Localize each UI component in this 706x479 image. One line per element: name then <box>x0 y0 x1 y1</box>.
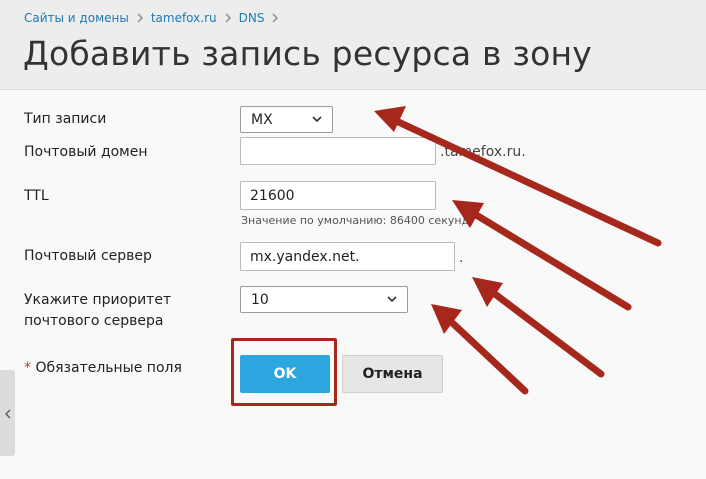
chevron-right-icon <box>272 13 279 23</box>
cancel-button[interactable]: Отмена <box>342 355 443 393</box>
required-fields-text: Обязательные поля <box>35 360 182 376</box>
priority-select[interactable]: 10 <box>240 286 408 313</box>
priority-label-line1: Укажите приоритет <box>24 292 172 308</box>
mail-domain-input[interactable] <box>240 137 436 165</box>
chevron-down-icon <box>312 116 322 123</box>
breadcrumb-dns[interactable]: DNS <box>239 11 265 25</box>
breadcrumb-domain[interactable]: tamefox.ru <box>151 11 217 25</box>
mail-domain-label: Почтовый домен <box>24 144 148 160</box>
priority-label-line2: почтового сервера <box>24 313 164 329</box>
record-type-value: MX <box>251 111 273 128</box>
chevron-right-icon <box>225 13 231 23</box>
annotation-arrow-mail-server <box>472 277 605 378</box>
page-title: Добавить запись ресурса в зону <box>23 34 592 73</box>
chevron-left-icon <box>4 404 11 423</box>
chevron-right-icon <box>137 13 143 23</box>
mail-server-input[interactable] <box>240 242 455 271</box>
required-fields-note: * Обязательные поля <box>24 358 182 379</box>
side-panel-toggle[interactable] <box>0 370 15 456</box>
page-header: Сайты и домены tamefox.ru DNS Добавить з… <box>0 0 706 90</box>
ttl-hint: Значение по умолчанию: 86400 секунд <box>241 214 470 227</box>
chevron-down-icon <box>387 296 397 303</box>
ok-highlight-box <box>231 338 337 406</box>
mail-domain-suffix: .tamefox.ru. <box>440 144 526 160</box>
record-type-select[interactable]: MX <box>240 106 333 133</box>
breadcrumb-sites-domains[interactable]: Сайты и домены <box>24 11 129 25</box>
breadcrumb: Сайты и домены tamefox.ru DNS <box>24 9 286 27</box>
priority-value: 10 <box>251 291 269 308</box>
mail-server-label: Почтовый сервер <box>24 248 152 264</box>
ttl-label: TTL <box>24 188 49 204</box>
mail-server-suffix: . <box>459 250 464 266</box>
annotation-arrow-priority <box>431 304 529 395</box>
annotation-arrow-ttl <box>452 200 632 311</box>
required-star: * <box>24 360 31 376</box>
record-type-label: Тип записи <box>24 111 107 127</box>
ttl-input[interactable] <box>240 181 436 210</box>
